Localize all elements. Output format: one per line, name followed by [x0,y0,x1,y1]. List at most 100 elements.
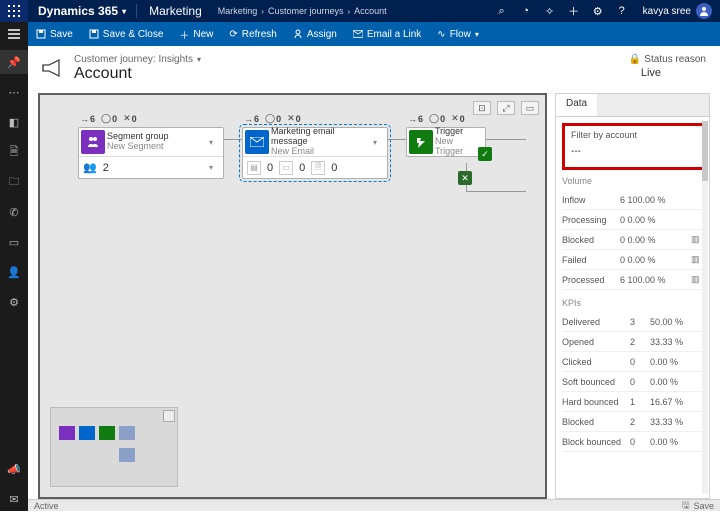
add-icon[interactable]: ＋ [563,0,585,22]
new-button[interactable]: ＋New [171,22,221,46]
connector [486,139,526,140]
record-status: Active [34,501,59,511]
filter-label: Filter by account [571,130,696,140]
status-label: Status reason [644,54,706,65]
filter-value[interactable]: --- [571,140,696,157]
tile-stats: → 6 ◯ 0 ✕ 0 [406,111,486,127]
app-name-label: Dynamics 365 [38,4,118,18]
settings-icon[interactable]: ⚙ [587,0,609,22]
nav-settings-icon[interactable]: ⚙ [0,290,28,314]
hamburger-button[interactable] [0,22,28,46]
kpi-row: Delivered350.00 % [562,312,705,332]
kpi-row: Blocked233.33 % [562,412,705,432]
chevron-down-icon[interactable]: ▾ [197,55,201,64]
refresh-button[interactable]: ⟳Refresh [221,22,284,46]
tile-stats: → 6 ◯ 0 ✕ 0 [78,111,224,127]
filter-by-account-highlight: Filter by account --- [562,123,705,170]
email-icon [245,130,269,154]
page-title: Account [74,65,201,83]
global-topbar: Dynamics 365 ▾ Marketing Marketing › Cus… [0,0,720,22]
nav-doc-icon[interactable]: 🗎 [0,140,28,164]
volume-row: Blocked0 0.00 %▥ [562,230,705,250]
trigger-icon [409,130,433,154]
tile-trigger[interactable]: → 6 ◯ 0 ✕ 0 TriggerNew Trigger ✓ ✕ [406,111,486,157]
zoom-button[interactable]: ⤢ [497,101,515,115]
no-branch-icon: ✕ [458,171,472,185]
record-header: Customer journey: Insights ▾ Account 🔒Sta… [28,46,720,87]
insights-panel: Data Filter by account --- Volume Inflow… [555,93,710,499]
journey-canvas[interactable]: ⊡ ⤢ ▭ → 6 ◯ 0 ✕ 0 [38,93,547,499]
status-bar: Active 🖫 Save [28,499,720,511]
minimap-toggle[interactable] [163,410,175,422]
snapshot-button[interactable]: ▭ [521,101,539,115]
flow-button[interactable]: ∿Flow▾ [429,22,487,46]
status-value: Live [629,65,706,79]
page-slot-icon[interactable]: ▭ [279,161,293,175]
nav-dashboard-icon[interactable]: ◧ [0,110,28,134]
tab-data[interactable]: Data [556,94,597,116]
chevron-down-icon[interactable]: ▾ [373,138,387,147]
nav-pin-icon[interactable]: 📌 [0,50,28,74]
chevron-down-icon[interactable]: ▾ [209,163,223,172]
command-bar: Save Save & Close ＋New ⟳Refresh Assign E… [0,22,720,46]
megaphone-icon [40,58,66,78]
form-slot-icon[interactable]: ▤ [247,161,261,175]
user-menu[interactable]: kavya sree [635,3,720,19]
help-icon[interactable]: ? [611,0,633,22]
search-icon[interactable]: ⌕ [491,0,513,22]
kpi-row: Block bounced00.00 % [562,432,705,452]
user-name: kavya sree [643,6,691,17]
tile-stats: → 6 ◯ 0 ✕ 0 [242,111,388,127]
task-icon[interactable]: ◔ [515,0,537,22]
volume-section-title: Volume [562,176,705,186]
breadcrumb-item[interactable]: Marketing [218,6,258,16]
kpi-section-title: KPIs [562,298,705,308]
header-subtitle: Customer journey: Insights [74,54,193,65]
connector [466,191,526,192]
save-footer-icon[interactable]: 🖫 [682,498,690,514]
people-icon: 👥 [83,161,97,174]
chevron-down-icon: ▾ [122,7,126,16]
tile-email-message[interactable]: → 6 ◯ 0 ✕ 0 Marketing email messageNew E… [242,111,388,179]
breadcrumb-item[interactable]: Account [354,6,387,16]
nav-announce-icon[interactable]: 📣 [0,457,28,481]
segment-icon [81,130,105,154]
nav-call-icon[interactable]: ✆ [0,200,28,224]
nav-mail-icon[interactable]: ✉ [0,487,28,511]
connector [224,139,242,140]
lock-icon: 🔒 [629,54,641,65]
app-name-dropdown[interactable]: Dynamics 365 ▾ [28,4,136,18]
kpi-row: Clicked00.00 % [562,352,705,372]
volume-row: Failed0 0.00 %▥ [562,250,705,270]
save-close-button[interactable]: Save & Close [81,22,172,46]
nav-contact-icon[interactable]: 👤 [0,260,28,284]
breadcrumb: Marketing › Customer journeys › Account [214,6,387,16]
tile-badge-count: 2 [103,162,109,174]
area-name[interactable]: Marketing [137,4,214,18]
nav-calendar-icon[interactable]: 🗀 [0,170,28,194]
save-footer-label[interactable]: Save [693,501,714,511]
nav-more-icon[interactable]: ⋯ [0,80,28,104]
volume-row: Inflow6 100.00 % [562,190,705,210]
kpi-row: Hard bounced116.67 % [562,392,705,412]
doc-slot-icon[interactable]: 🗎 [311,161,325,175]
yes-branch-icon: ✓ [478,147,492,161]
left-nav: 📌 ⋯ ◧ 🗎 🗀 ✆ ▭ 👤 ⚙ 📣 ✉ [0,46,28,511]
assistant-icon[interactable]: ✧ [539,0,561,22]
app-launcher-button[interactable] [0,0,28,22]
kpi-row: Soft bounced00.00 % [562,372,705,392]
save-button[interactable]: Save [28,22,81,46]
kpi-row: Opened233.33 % [562,332,705,352]
avatar-icon [696,3,712,19]
breadcrumb-item[interactable]: Customer journeys [268,6,344,16]
scrollbar-thumb[interactable] [702,121,708,181]
volume-row: Processed6 100.00 %▥ [562,270,705,290]
tile-segment-group[interactable]: → 6 ◯ 0 ✕ 0 Segment groupNew Segment ▾ [78,111,224,179]
tab-empty[interactable] [597,94,709,116]
volume-row: Processing0 0.00 % [562,210,705,230]
assign-button[interactable]: Assign [285,22,345,46]
nav-task-icon[interactable]: ▭ [0,230,28,254]
chevron-down-icon[interactable]: ▾ [209,138,223,147]
email-link-button[interactable]: Email a Link [345,22,429,46]
minimap[interactable] [50,407,178,487]
